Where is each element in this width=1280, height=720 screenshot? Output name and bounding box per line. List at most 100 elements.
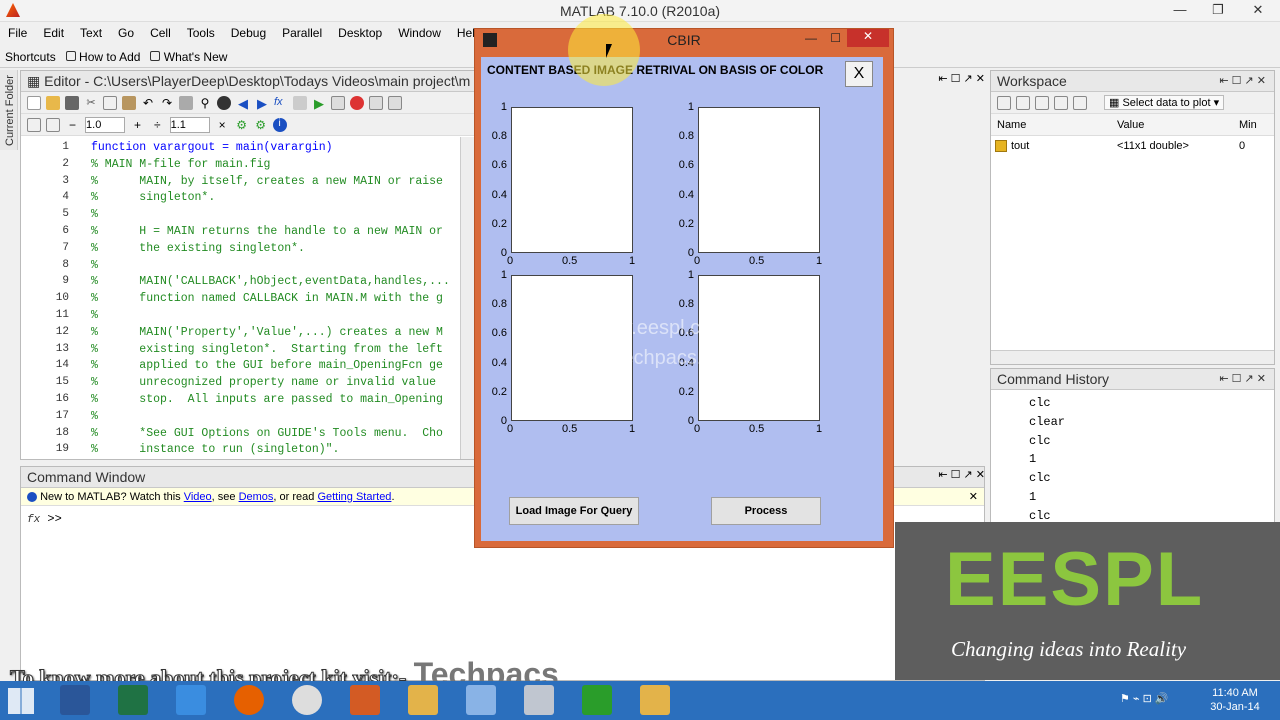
- open-folder-icon[interactable]: [46, 95, 60, 110]
- code-line[interactable]: %: [91, 410, 98, 423]
- import-icon[interactable]: [1035, 95, 1049, 110]
- delete-icon[interactable]: [1073, 95, 1087, 110]
- redo-icon[interactable]: ↷: [160, 96, 174, 110]
- code-line[interactable]: % the existing singleton*.: [91, 242, 305, 255]
- menu-desktop[interactable]: Desktop: [338, 26, 382, 40]
- cbir-close-button[interactable]: ✕: [847, 29, 889, 47]
- step-out-icon[interactable]: [388, 95, 402, 110]
- decrement-button[interactable]: −: [65, 118, 80, 132]
- system-tray[interactable]: ⚑ ⌁ ⊡ 🔊: [1120, 692, 1200, 710]
- menu-edit[interactable]: Edit: [43, 26, 64, 40]
- history-item[interactable]: 1: [1029, 452, 1036, 466]
- history-item[interactable]: clc: [1029, 509, 1051, 523]
- image-axes-1[interactable]: [511, 107, 633, 253]
- history-item[interactable]: clc: [1029, 471, 1051, 485]
- panel-controls[interactable]: ⇤ ☐ ↗ ✕: [1219, 71, 1266, 91]
- code-line[interactable]: %: [91, 208, 98, 221]
- image-axes-2[interactable]: [698, 107, 820, 253]
- code-line[interactable]: % instance to run (singleton)".: [91, 443, 339, 456]
- firefox-icon[interactable]: [234, 685, 264, 715]
- undo-icon[interactable]: ↶: [141, 96, 155, 110]
- current-folder-tab[interactable]: Current Folder: [0, 70, 18, 150]
- function-icon[interactable]: fx: [274, 96, 288, 110]
- run-icon[interactable]: ▶: [312, 96, 326, 111]
- col-value[interactable]: Value: [1117, 119, 1144, 131]
- code-line[interactable]: %: [91, 259, 98, 272]
- word-icon[interactable]: [60, 685, 90, 715]
- new-file-icon[interactable]: [27, 95, 41, 110]
- step-icon[interactable]: [331, 95, 345, 110]
- print-icon[interactable]: [179, 95, 193, 110]
- code-line[interactable]: function varargout = main(varargin): [91, 141, 333, 154]
- zoom-field-2[interactable]: [169, 116, 210, 133]
- open-variable-icon[interactable]: [1016, 95, 1030, 110]
- forward-icon[interactable]: ▶: [255, 96, 269, 111]
- snipping-icon[interactable]: [524, 685, 554, 715]
- maximize-button[interactable]: ❐: [1198, 0, 1238, 20]
- minimize-button[interactable]: —: [1160, 0, 1200, 20]
- clear-breakpoints-icon[interactable]: [350, 95, 364, 110]
- code-line[interactable]: % MAIN M-file for main.fig: [91, 158, 270, 171]
- excel-icon[interactable]: [118, 685, 148, 715]
- menu-cell[interactable]: Cell: [150, 26, 171, 40]
- new-variable-icon[interactable]: [997, 95, 1011, 110]
- code-line[interactable]: % MAIN('CALLBACK',hObject,eventData,hand…: [91, 275, 450, 288]
- cell-icon-2[interactable]: ⚙: [254, 118, 268, 132]
- cmd-dock-controls[interactable]: ⇤ ☐ ↗ ✕: [900, 468, 985, 486]
- cbir-x-button[interactable]: X: [845, 61, 873, 87]
- paint-icon[interactable]: [466, 685, 496, 715]
- code-line[interactable]: % H = MAIN returns the handle to a new M…: [91, 225, 443, 238]
- cbir-minimize-button[interactable]: —: [805, 31, 817, 45]
- code-line[interactable]: % unrecognized property name or invalid …: [91, 376, 436, 389]
- fx-icon[interactable]: fx: [27, 514, 40, 526]
- explorer-icon[interactable]: [408, 685, 438, 715]
- code-line[interactable]: % applied to the GUI before main_Opening…: [91, 359, 443, 372]
- folder-icon[interactable]: [640, 685, 670, 715]
- binoculars-icon[interactable]: [217, 95, 231, 110]
- paste-icon[interactable]: [122, 95, 136, 110]
- copy-icon[interactable]: [103, 95, 117, 110]
- cbir-maximize-button[interactable]: ☐: [830, 31, 841, 45]
- history-item[interactable]: clc: [1029, 396, 1051, 410]
- workspace-hscrollbar[interactable]: [991, 350, 1274, 364]
- close-button[interactable]: ✕: [1238, 0, 1278, 20]
- code-line[interactable]: % MAIN, by itself, creates a new MAIN or…: [91, 175, 443, 188]
- increment-button[interactable]: +: [130, 118, 145, 132]
- find-icon[interactable]: ⚲: [198, 96, 212, 110]
- chrome-icon[interactable]: [292, 685, 322, 715]
- save-icon[interactable]: [65, 95, 79, 110]
- start-icon[interactable]: [8, 688, 34, 714]
- code-line[interactable]: % MAIN('Property','Value',...) creates a…: [91, 326, 443, 339]
- editor-scrollbar[interactable]: [460, 137, 474, 459]
- select-data-dropdown[interactable]: ▦ Select data to plot ▾: [1104, 95, 1225, 110]
- close-info-icon[interactable]: ✕: [969, 488, 978, 506]
- demos-link[interactable]: Demos: [239, 491, 274, 503]
- getting-started-link[interactable]: Getting Started: [317, 491, 391, 503]
- menu-debug[interactable]: Debug: [231, 26, 266, 40]
- menu-tools[interactable]: Tools: [187, 26, 215, 40]
- workspace-row[interactable]: tout <11x1 double> 0: [991, 136, 1274, 156]
- cell-icon[interactable]: ⚙: [235, 118, 249, 132]
- load-image-button[interactable]: Load Image For Query: [509, 497, 639, 525]
- store-icon[interactable]: [582, 685, 612, 715]
- menu-go[interactable]: Go: [118, 26, 134, 40]
- cell-mode-icon[interactable]: [27, 117, 41, 132]
- step-in-icon[interactable]: [369, 95, 383, 110]
- zoom-field-1[interactable]: [85, 116, 126, 133]
- code-line[interactable]: % singleton*.: [91, 191, 215, 204]
- code-line[interactable]: % stop. All inputs are passed to main_Op…: [91, 393, 443, 406]
- code-line[interactable]: % function named CALLBACK in MAIN.M with…: [91, 292, 443, 305]
- info-icon[interactable]: i: [272, 117, 287, 132]
- code-line[interactable]: % *See GUI Options on GUIDE's Tools menu…: [91, 427, 443, 440]
- cut-icon[interactable]: ✂: [84, 96, 98, 110]
- history-item[interactable]: 1: [1029, 490, 1036, 504]
- menu-file[interactable]: File: [8, 26, 27, 40]
- breakpoint-icon[interactable]: [293, 95, 307, 110]
- history-item[interactable]: clear: [1029, 415, 1065, 429]
- code-line[interactable]: %: [91, 309, 98, 322]
- col-name[interactable]: Name: [997, 119, 1026, 131]
- whats-new-link[interactable]: What's New: [150, 50, 227, 64]
- menu-parallel[interactable]: Parallel: [282, 26, 322, 40]
- video-link[interactable]: Video: [184, 491, 212, 503]
- teamviewer-icon[interactable]: [176, 685, 206, 715]
